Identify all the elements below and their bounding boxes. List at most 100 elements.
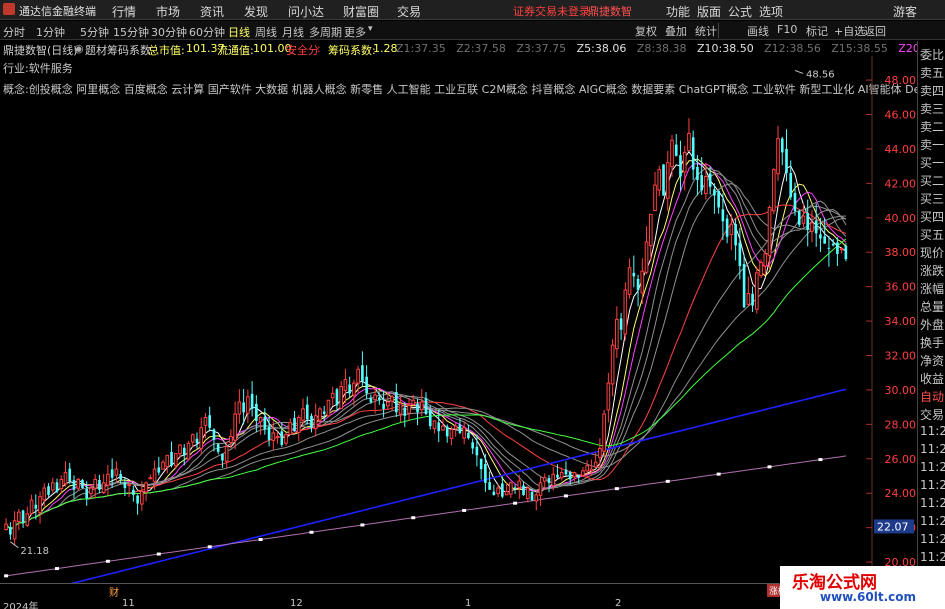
indicator-settings-icon[interactable]: ◉ (74, 42, 84, 55)
y-tick-label: 32.00 (885, 350, 917, 363)
candlestick-chart[interactable]: 21.1848.56 20.0022.0024.0026.0028.0030.0… (0, 56, 917, 601)
candle-body (513, 487, 517, 489)
high-marker-label: 48.56 (806, 69, 835, 80)
candle-body (504, 490, 509, 496)
candle-body (721, 209, 725, 222)
menu-item-news[interactable]: 资讯 (200, 3, 224, 20)
period-tab-5min[interactable]: 5分钟 (80, 24, 109, 40)
menu-item-functions[interactable]: 功能 (666, 3, 690, 20)
candle-body (662, 164, 665, 196)
period-tab-1min[interactable]: 1分钟 (36, 24, 65, 40)
candle-body (190, 434, 195, 443)
trade-login-warning[interactable]: 证券交易未登录 (513, 3, 590, 19)
ma-250-dot (105, 559, 110, 563)
info-separator: : (317, 42, 321, 55)
candle-body (462, 427, 466, 439)
f10-button[interactable]: 标记 (806, 23, 828, 39)
ma-line-20 (5, 183, 846, 531)
y-tick-label: 30.00 (885, 384, 917, 397)
period-tab-30min[interactable]: 30分钟 (151, 24, 187, 40)
menu-item-formula[interactable]: 公式 (728, 3, 752, 20)
candle-body (110, 469, 114, 478)
menu-item-options[interactable]: 选项 (759, 3, 783, 20)
candle-body (305, 404, 309, 420)
candle-body (199, 427, 204, 449)
candle-body (738, 242, 742, 266)
draw-line-button[interactable]: F10 (777, 23, 797, 36)
candle-body (682, 151, 687, 173)
ma-line-60 (5, 238, 847, 531)
chevron-down-icon[interactable]: ▾ (368, 24, 373, 34)
period-tab-monthly[interactable]: 月线 (282, 24, 304, 40)
menu-item-market-quotes[interactable]: 行情 (112, 3, 136, 20)
menu-item-wealth-circle[interactable]: 财富圈 (343, 3, 379, 20)
candle-body (373, 394, 377, 401)
candle-body (72, 480, 76, 490)
candle-body (496, 487, 500, 495)
ma-value-0: Z1:37.35 (396, 42, 446, 55)
period-tab-weekly[interactable]: 周线 (255, 24, 277, 40)
candle-body (378, 397, 381, 401)
candle-body (700, 175, 703, 191)
candle-body (59, 478, 64, 490)
period-tab-60min[interactable]: 60分钟 (189, 24, 225, 40)
period-tab-15min[interactable]: 15分钟 (113, 24, 149, 40)
period-tab-multi[interactable]: 多周期 (309, 24, 342, 40)
menu-item-market[interactable]: 市场 (156, 3, 180, 20)
candle-body (365, 376, 368, 394)
ma-250-dot (513, 501, 518, 505)
menu-item-trade[interactable]: 交易 (397, 3, 421, 20)
candle-body (509, 482, 513, 495)
candle-body (640, 270, 645, 294)
period-tab-timeshare[interactable]: 分时 (3, 24, 25, 40)
ma-250-dot (716, 472, 721, 476)
quote-panel-row-1: 卖五 (920, 66, 945, 80)
financial-report-badge[interactable]: 财 (109, 584, 119, 599)
y-tick-label: 26.00 (885, 453, 917, 466)
high-marker-line (794, 69, 804, 74)
candle-body (615, 318, 619, 350)
candle-body (449, 429, 454, 439)
ma-250-dot (462, 508, 467, 512)
candle-body (632, 272, 636, 277)
ma-250-dot (258, 538, 263, 542)
overlay-button[interactable]: 叠加 (665, 23, 687, 39)
candle-body (517, 480, 522, 489)
period-tab-more[interactable]: 更多 (344, 24, 366, 40)
candle-body (746, 293, 751, 305)
candle-body (585, 465, 589, 472)
candle-body (326, 399, 331, 417)
candle-body (288, 422, 293, 435)
candle-body (742, 264, 746, 308)
candle-body (186, 442, 191, 460)
candle-body (691, 137, 695, 170)
candle-body (432, 420, 437, 430)
stats-button[interactable]: 统计 (695, 23, 717, 39)
candle-body (123, 482, 127, 489)
mark-button[interactable]: +自选 (834, 23, 865, 39)
candle-body (250, 393, 254, 409)
menu-item-discover[interactable]: 发现 (244, 3, 268, 20)
guest-label[interactable]: 游客 (893, 3, 917, 20)
ma-value-3: Z5:38.06 (576, 42, 627, 55)
candle-body (827, 247, 831, 249)
restore-rights-button[interactable]: 复权 (635, 23, 657, 39)
y-tick-label: 34.00 (885, 315, 917, 328)
menu-item-ask[interactable]: 问小达 (288, 3, 324, 20)
chip-coeff-value: 1.28 (373, 42, 398, 55)
candle-body (471, 442, 474, 449)
candle-body (814, 220, 818, 234)
candle-body (246, 396, 250, 414)
quote-panel-row-24: 11:29 (920, 478, 945, 492)
statistics-button[interactable]: 画线 (747, 23, 769, 39)
candle-body (280, 431, 284, 446)
candle-body (653, 184, 657, 212)
candle-body (9, 526, 12, 535)
candle-body (157, 467, 161, 473)
add-watchlist-button[interactable]: 返回 (864, 23, 886, 39)
candle-body (182, 447, 186, 456)
period-tab-daily[interactable]: 日线 (228, 24, 250, 40)
candle-body (713, 189, 716, 196)
ma-250-dot (207, 545, 212, 549)
menu-item-layout[interactable]: 版面 (697, 3, 721, 20)
